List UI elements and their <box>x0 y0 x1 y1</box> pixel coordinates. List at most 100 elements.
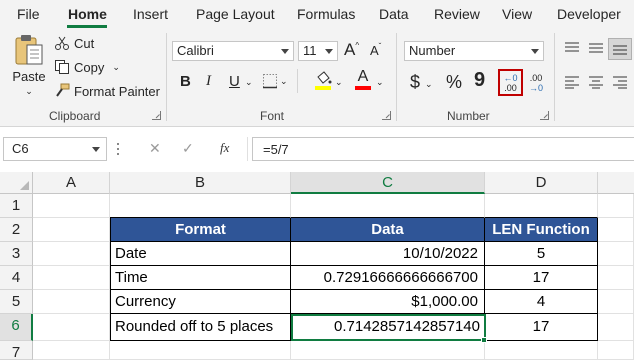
cell-e3[interactable] <box>598 242 634 266</box>
borders-button[interactable]: ⌄ <box>262 73 288 89</box>
row-header-7[interactable]: 7 <box>0 341 33 360</box>
chevron-down-icon[interactable]: ⌄ <box>425 79 433 90</box>
chevron-down-icon[interactable]: ⌄ <box>335 77 343 88</box>
comma-style-button[interactable]: 9 <box>474 69 485 92</box>
table-cell-d4[interactable]: 17 <box>485 266 598 290</box>
paste-button[interactable]: Paste ⌄ <box>8 33 50 103</box>
column-header-a[interactable]: A <box>33 172 110 194</box>
currency-button[interactable]: $ <box>410 72 420 93</box>
table-header-format[interactable]: Format <box>110 218 291 242</box>
decrease-decimal-icon: .00 <box>529 73 543 83</box>
align-center-button[interactable] <box>588 75 604 89</box>
cell-a2[interactable] <box>33 218 110 242</box>
chevron-down-icon[interactable]: ⌄ <box>245 77 253 88</box>
font-name-dropdown[interactable]: Calibri <box>172 41 294 61</box>
cell-b7[interactable] <box>110 341 291 360</box>
number-group-label: Number <box>447 109 490 123</box>
column-header-c[interactable]: C <box>291 172 485 194</box>
table-cell-b3[interactable]: Date <box>110 242 291 266</box>
formula-input[interactable]: =5/7 <box>252 137 634 161</box>
align-bottom-button[interactable] <box>608 38 632 60</box>
table-cell-d6[interactable]: 17 <box>485 314 598 341</box>
clipboard-launcher-icon[interactable] <box>152 111 161 120</box>
cell-c1[interactable] <box>291 194 485 218</box>
cell-e7[interactable] <box>598 341 634 360</box>
row-header-5[interactable]: 5 <box>0 290 33 314</box>
chevron-down-icon[interactable]: ⌄ <box>376 77 384 88</box>
column-header-b[interactable]: B <box>110 172 291 194</box>
font-size-dropdown[interactable]: 11 <box>298 41 338 61</box>
select-all-button[interactable] <box>0 172 33 194</box>
italic-button[interactable]: I <box>206 73 211 90</box>
cell-b1[interactable] <box>110 194 291 218</box>
menu-page-layout[interactable]: Page Layout <box>196 6 275 22</box>
table-cell-c3[interactable]: 10/10/2022 <box>291 242 485 266</box>
decrease-decimal-button[interactable]: .00 →0 <box>526 71 546 95</box>
align-bottom-icon <box>613 45 627 55</box>
enter-icon[interactable]: ✓ <box>182 140 194 157</box>
fill-color-button[interactable] <box>314 71 332 90</box>
fill-handle[interactable] <box>481 337 487 343</box>
cell-d1[interactable] <box>485 194 598 218</box>
insert-function-icon[interactable]: fx <box>220 140 229 156</box>
table-cell-b4[interactable]: Time <box>110 266 291 290</box>
align-left-button[interactable] <box>564 75 580 89</box>
row-header-1[interactable]: 1 <box>0 194 33 218</box>
menu-data[interactable]: Data <box>379 6 409 22</box>
row-header-3[interactable]: 3 <box>0 242 33 266</box>
format-painter-button[interactable]: Format Painter <box>54 83 160 99</box>
menu-view[interactable]: View <box>502 6 532 22</box>
table-cell-c5[interactable]: $1,000.00 <box>291 290 485 314</box>
table-cell-d5[interactable]: 4 <box>485 290 598 314</box>
table-header-len-function[interactable]: LEN Function <box>485 218 598 242</box>
chevron-down-icon <box>325 49 333 54</box>
cell-e5[interactable] <box>598 290 634 314</box>
align-middle-button[interactable] <box>588 41 604 55</box>
cell-a6[interactable] <box>33 314 110 341</box>
menu-insert[interactable]: Insert <box>133 6 168 22</box>
cell-d7[interactable] <box>485 341 598 360</box>
increase-decimal-button[interactable]: ←0 .00 <box>498 69 523 96</box>
bold-button[interactable]: B <box>180 73 191 90</box>
cell-a5[interactable] <box>33 290 110 314</box>
table-cell-d3[interactable]: 5 <box>485 242 598 266</box>
font-launcher-icon[interactable] <box>382 111 391 120</box>
cell-a7[interactable] <box>33 341 110 360</box>
cell-e6[interactable] <box>598 314 634 341</box>
column-header-d[interactable]: D <box>485 172 598 194</box>
table-cell-c4[interactable]: 0.72916666666666700 <box>291 266 485 290</box>
cell-a4[interactable] <box>33 266 110 290</box>
formula-bar-resize-handle[interactable] <box>117 143 120 155</box>
cell-c7[interactable] <box>291 341 485 360</box>
font-color-button[interactable]: A <box>355 69 371 90</box>
cell-a1[interactable] <box>33 194 110 218</box>
row-header-2[interactable]: 2 <box>0 218 33 242</box>
align-top-button[interactable] <box>564 41 580 55</box>
number-launcher-icon[interactable] <box>540 111 549 120</box>
cell-a3[interactable] <box>33 242 110 266</box>
menu-home[interactable]: Home <box>68 6 107 22</box>
table-cell-b5[interactable]: Currency <box>110 290 291 314</box>
cell-e2[interactable] <box>598 218 634 242</box>
cancel-icon[interactable]: ✕ <box>149 140 161 157</box>
percent-button[interactable]: % <box>446 72 462 93</box>
number-format-dropdown[interactable]: Number <box>404 41 544 61</box>
cut-button[interactable]: Cut <box>54 35 94 51</box>
cell-e1[interactable] <box>598 194 634 218</box>
shrink-font-button[interactable]: Aˇ <box>370 42 381 58</box>
menu-file[interactable]: File <box>17 6 40 22</box>
copy-button[interactable]: Copy ⌄ <box>54 59 120 75</box>
row-header-6[interactable]: 6 <box>0 314 33 341</box>
name-box[interactable]: C6 <box>3 137 107 161</box>
table-cell-b6[interactable]: Rounded off to 5 places <box>110 314 291 341</box>
align-right-button[interactable] <box>612 75 628 89</box>
menu-developer[interactable]: Developer <box>557 6 621 22</box>
table-header-data[interactable]: Data <box>291 218 485 242</box>
menu-review[interactable]: Review <box>434 6 480 22</box>
cell-e4[interactable] <box>598 266 634 290</box>
column-header-e[interactable] <box>598 172 634 194</box>
underline-button[interactable]: U <box>229 73 240 90</box>
row-header-4[interactable]: 4 <box>0 266 33 290</box>
grow-font-button[interactable]: A ^ <box>344 40 359 60</box>
menu-formulas[interactable]: Formulas <box>297 6 355 22</box>
